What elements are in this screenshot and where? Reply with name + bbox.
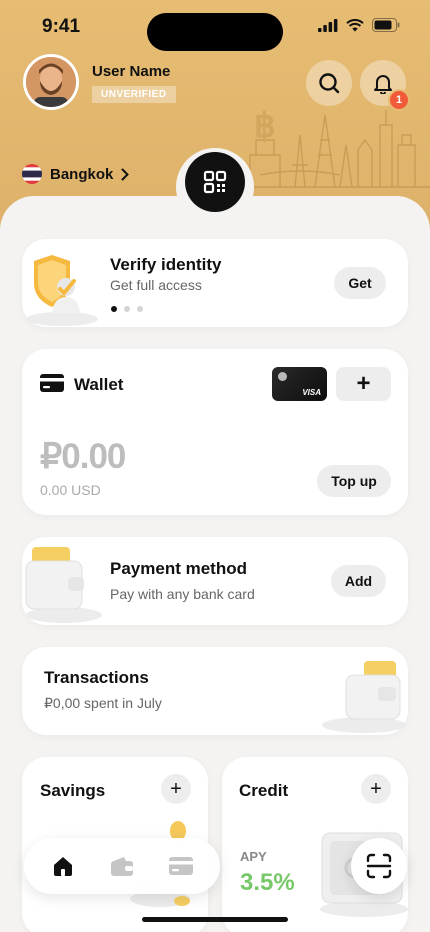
verify-identity-subtitle: Get full access	[110, 277, 202, 293]
apy-label: APY	[240, 849, 267, 864]
wifi-icon	[346, 18, 364, 31]
battery-icon	[372, 18, 400, 32]
wallet-illustration-icon	[322, 661, 406, 733]
search-icon	[319, 73, 340, 94]
tab-cards[interactable]	[161, 846, 201, 886]
wallet-title: Wallet	[74, 375, 124, 394]
chevron-right-icon	[121, 168, 130, 180]
verify-identity-card[interactable]: Verify identity Get full access Get	[22, 239, 408, 327]
wallet-icon	[110, 857, 133, 876]
avatar[interactable]	[23, 54, 79, 110]
transactions-subtitle: ₽0,00 spent in July	[44, 695, 162, 711]
payment-method-card[interactable]: Payment method Pay with any bank card Ad…	[22, 537, 408, 625]
savings-title: Savings	[40, 781, 106, 800]
card-logo-icon	[278, 372, 287, 381]
apy-value: 3.5%	[240, 869, 295, 896]
notification-count-badge: 1	[388, 89, 410, 111]
card-brand-label: VISA	[302, 388, 321, 397]
transactions-title: Transactions	[44, 668, 149, 687]
wallet-card[interactable]: Wallet VISA + ₽0.00 0.00 USD Top up	[22, 349, 408, 515]
card-icon	[168, 857, 193, 875]
verification-status-badge: UNVERIFIED	[92, 86, 176, 103]
credit-title: Credit	[239, 781, 289, 800]
bell-icon	[374, 75, 392, 94]
home-indicator[interactable]	[142, 917, 288, 922]
shield-user-illustration-icon	[26, 255, 98, 326]
qr-code-icon	[203, 170, 227, 194]
carousel-pager	[111, 306, 143, 312]
wallet-card-icon	[40, 374, 64, 392]
search-button[interactable]	[306, 60, 352, 106]
scan-icon	[366, 853, 392, 879]
cellular-signal-icon	[318, 18, 338, 32]
status-time: 9:41	[42, 16, 81, 37]
add-card-button[interactable]: +	[336, 367, 391, 401]
pager-dot	[124, 306, 130, 312]
location-city: Bangkok	[50, 165, 114, 183]
location-selector[interactable]: Bangkok	[22, 164, 130, 184]
memoji-avatar-icon	[26, 57, 76, 107]
home-icon	[54, 857, 73, 876]
wallet-balance-usd: 0.00 USD	[40, 482, 101, 498]
tab-home[interactable]	[43, 846, 83, 886]
add-savings-button[interactable]: +	[161, 774, 191, 804]
add-payment-button[interactable]: Add	[331, 565, 386, 597]
pager-dot	[137, 306, 143, 312]
user-name[interactable]: User Name	[92, 63, 170, 80]
wallet-balance: ₽0.00	[40, 437, 126, 476]
linked-card-thumbnail[interactable]: VISA	[272, 367, 327, 401]
get-button[interactable]: Get	[334, 267, 386, 299]
qr-code-button[interactable]	[185, 152, 245, 212]
scan-button[interactable]	[351, 838, 407, 894]
thailand-flag-icon	[22, 164, 42, 184]
payment-method-title: Payment method	[110, 559, 247, 578]
add-credit-button[interactable]: +	[361, 774, 391, 804]
verify-identity-title: Verify identity	[110, 255, 222, 274]
svg-text:฿: ฿	[254, 107, 276, 145]
dynamic-island	[147, 13, 283, 51]
tab-wallet[interactable]	[102, 846, 142, 886]
bottom-tab-bar	[24, 838, 220, 894]
pager-dot-active	[111, 306, 117, 312]
transactions-card[interactable]: Transactions ₽0,00 spent in July	[22, 647, 408, 735]
payment-method-subtitle: Pay with any bank card	[110, 586, 255, 602]
top-up-button[interactable]: Top up	[317, 465, 391, 497]
wallet-illustration-icon	[25, 547, 102, 623]
status-icons	[318, 18, 400, 32]
